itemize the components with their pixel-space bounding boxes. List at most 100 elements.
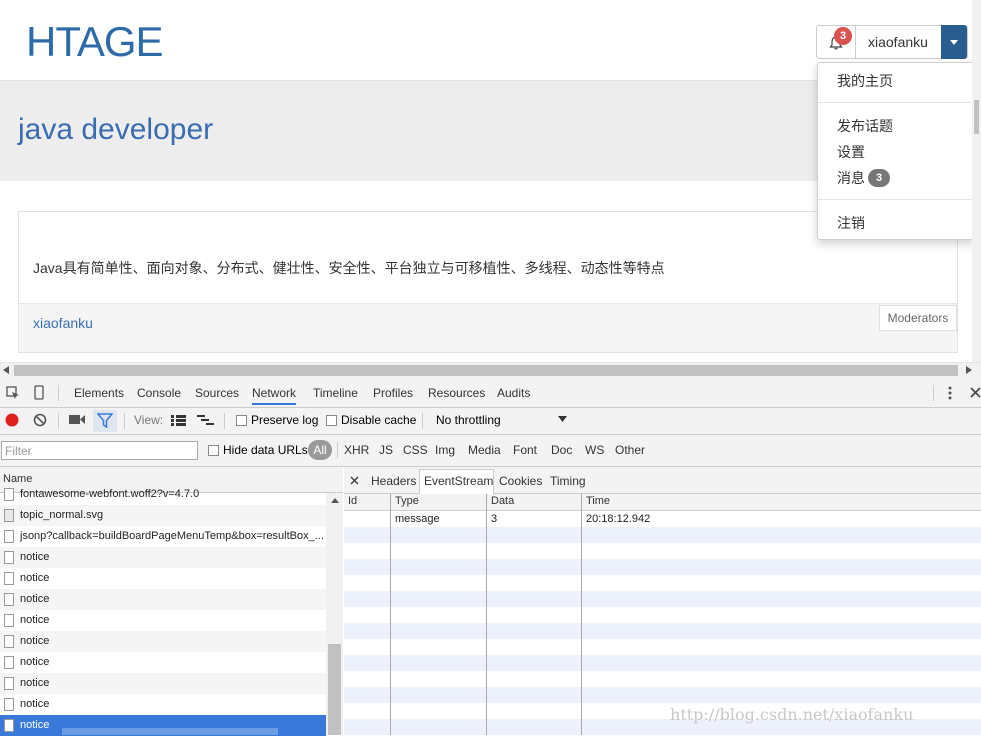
- toolbar-separator: [58, 413, 59, 429]
- site-logo[interactable]: HTAGE: [26, 18, 164, 66]
- tab-network[interactable]: Network: [252, 386, 297, 405]
- filter-all-button[interactable]: All: [308, 440, 332, 460]
- grid-column-divider: [390, 494, 391, 735]
- web-page: HTAGE java developer Java具有简单性、面向对象、分布式、…: [0, 0, 981, 378]
- request-name: topic_normal.svg: [20, 509, 104, 521]
- col-time[interactable]: Time: [586, 495, 610, 507]
- file-icon: [4, 698, 14, 711]
- filter-doc[interactable]: Doc: [551, 443, 572, 457]
- overview-waterfall-icon[interactable]: [197, 415, 215, 426]
- file-icon: [4, 614, 14, 627]
- filter-img[interactable]: Img: [435, 443, 455, 457]
- request-name: jsonp?callback=buildBoardPageMenuTemp&bo…: [20, 530, 324, 542]
- board-card-footer: [19, 303, 957, 352]
- file-icon: [4, 572, 14, 585]
- request-row[interactable]: notice: [0, 631, 326, 652]
- detail-tab-headers[interactable]: Headers: [371, 474, 416, 488]
- record-icon[interactable]: [5, 413, 19, 427]
- page-vertical-scrollbar[interactable]: [972, 0, 981, 366]
- hide-data-urls-checkbox[interactable]: [208, 445, 219, 456]
- filter-ws[interactable]: WS: [585, 443, 604, 457]
- request-row[interactable]: notice: [0, 652, 326, 673]
- close-detail-icon[interactable]: [350, 476, 359, 485]
- requests-scroll-thumb[interactable]: [328, 644, 341, 735]
- username-button[interactable]: xiaofanku: [868, 34, 928, 50]
- inspect-element-icon[interactable]: [6, 386, 20, 400]
- request-row[interactable]: fontawesome-webfont.woff2?v=4.7.0: [0, 484, 326, 505]
- menu-item-logout[interactable]: 注销: [837, 213, 865, 233]
- device-mode-icon[interactable]: [34, 385, 44, 400]
- close-devtools-icon[interactable]: [970, 387, 981, 398]
- tab-console[interactable]: Console: [137, 386, 181, 400]
- request-row[interactable]: notice: [0, 589, 326, 610]
- more-options-icon[interactable]: [948, 386, 952, 400]
- detail-tab-eventstream[interactable]: EventStream: [424, 474, 493, 488]
- filter-font[interactable]: Font: [513, 443, 537, 457]
- menu-item-new-topic[interactable]: 发布话题: [837, 116, 893, 136]
- moderator-link[interactable]: xiaofanku: [33, 315, 93, 331]
- preserve-log-label: Preserve log: [251, 413, 319, 427]
- scroll-up-arrow-icon[interactable]: [331, 498, 339, 503]
- request-row[interactable]: notice: [0, 568, 326, 589]
- tab-elements[interactable]: Elements: [74, 386, 124, 400]
- page-horizontal-scroll-thumb[interactable]: [14, 365, 958, 376]
- page-vertical-scroll-thumb[interactable]: [974, 100, 979, 134]
- tab-sources[interactable]: Sources: [195, 386, 239, 400]
- scroll-left-arrow-icon[interactable]: [3, 366, 9, 374]
- grid-stripe: [344, 527, 981, 543]
- board-description: Java具有简单性、面向对象、分布式、健壮性、安全性、平台独立与可移植性、多线程…: [33, 260, 665, 276]
- toolbar-separator: [422, 413, 423, 429]
- large-rows-icon[interactable]: [171, 415, 186, 426]
- request-name: notice: [20, 656, 50, 668]
- capture-screenshots-icon[interactable]: [69, 414, 85, 425]
- detail-tab-cookies[interactable]: Cookies: [499, 474, 542, 488]
- hide-data-urls-label: Hide data URLs: [223, 443, 308, 457]
- menu-item-settings[interactable]: 设置: [837, 142, 865, 162]
- request-row[interactable]: notice: [0, 673, 326, 694]
- filter-xhr[interactable]: XHR: [344, 443, 369, 457]
- filter-js[interactable]: JS: [379, 443, 393, 457]
- watermark-text: http://blog.csdn.net/xiaofanku: [670, 705, 914, 724]
- request-row[interactable]: notice: [0, 610, 326, 631]
- request-timing-bar: [62, 728, 278, 735]
- user-menu-toggle[interactable]: [941, 25, 967, 59]
- col-id[interactable]: Id: [348, 495, 357, 507]
- event-data-cell: 3: [491, 513, 498, 525]
- tab-timeline[interactable]: Timeline: [313, 386, 358, 400]
- grid-stripe: [344, 687, 981, 703]
- grid-stripe: [344, 559, 981, 575]
- request-name: notice: [20, 635, 50, 647]
- filter-css[interactable]: CSS: [403, 443, 428, 457]
- tab-profiles[interactable]: Profiles: [373, 386, 413, 400]
- filter-input[interactable]: Filter: [1, 441, 198, 460]
- request-row[interactable]: jsonp?callback=buildBoardPageMenuTemp&bo…: [0, 526, 326, 547]
- filter-other[interactable]: Other: [615, 443, 645, 457]
- clear-icon[interactable]: [33, 413, 47, 427]
- request-row[interactable]: notice: [0, 694, 326, 715]
- tab-resources[interactable]: Resources: [428, 386, 485, 400]
- file-icon: [4, 677, 14, 690]
- col-type[interactable]: Type: [395, 495, 419, 507]
- col-data[interactable]: Data: [491, 495, 514, 507]
- file-icon: [4, 656, 14, 669]
- disable-cache-checkbox[interactable]: [326, 415, 337, 426]
- throttling-dropdown-icon[interactable]: [558, 416, 567, 422]
- disable-cache-label: Disable cache: [341, 413, 417, 427]
- preserve-log-checkbox[interactable]: [236, 415, 247, 426]
- detail-tab-timing[interactable]: Timing: [550, 474, 586, 488]
- request-name: notice: [20, 677, 50, 689]
- tab-audits[interactable]: Audits: [497, 386, 530, 400]
- menu-item-home[interactable]: 我的主页: [837, 71, 893, 91]
- throttling-select[interactable]: No throttling: [436, 413, 501, 427]
- menu-item-messages[interactable]: 消息: [837, 168, 865, 188]
- eventstream-grid-header: [344, 494, 981, 511]
- request-name: notice: [20, 593, 50, 605]
- toolbar-separator: [58, 385, 59, 401]
- moderators-label: Moderators: [879, 305, 957, 331]
- scroll-right-arrow-icon[interactable]: [966, 366, 972, 374]
- menu-divider: [818, 199, 974, 200]
- request-row[interactable]: topic_normal.svg: [0, 505, 326, 526]
- filter-media[interactable]: Media: [468, 443, 501, 457]
- request-row[interactable]: notice: [0, 547, 326, 568]
- filter-funnel-icon[interactable]: [97, 413, 113, 428]
